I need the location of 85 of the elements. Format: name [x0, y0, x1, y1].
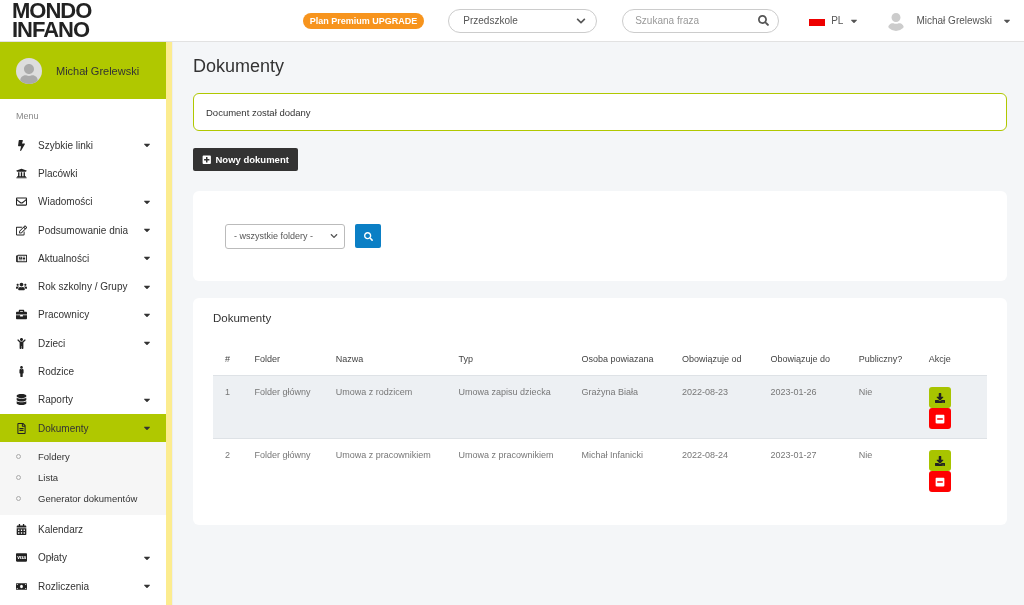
- logo: MONDO INFANO: [12, 0, 93, 39]
- column-header: Osoba powiazana: [569, 346, 671, 376]
- envelope-icon: [16, 196, 27, 208]
- user-name: Michał Grelewski: [56, 64, 140, 77]
- success-alert: Document został dodany: [193, 93, 1007, 131]
- chevron-icon: [330, 232, 338, 240]
- person-icon: [16, 366, 27, 377]
- new-document-button[interactable]: Nowy dokument: [193, 148, 298, 171]
- user-menu[interactable]: Michał Grelewski: [916, 15, 992, 26]
- avatar-icon: [16, 57, 42, 84]
- scrollbar[interactable]: [166, 42, 172, 605]
- sidebar-item[interactable]: Kalendarz: [0, 515, 167, 544]
- download-button[interactable]: [928, 387, 951, 408]
- sidebar-item[interactable]: Wiadomości: [0, 187, 167, 216]
- facility-select[interactable]: Przedszkole: [448, 8, 598, 33]
- table-cell: Umowa z pracownikiem: [446, 438, 570, 501]
- table-cell: Folder główny: [242, 438, 324, 501]
- menu-label: Menu: [15, 110, 40, 123]
- column-header: Obowiązuje od: [670, 346, 759, 376]
- search-button[interactable]: [355, 224, 381, 248]
- card-title: Dokumenty: [213, 312, 273, 324]
- table-cell: Michał Infanicki: [569, 438, 671, 501]
- database-icon: [16, 394, 27, 406]
- table-cell: Folder główny: [242, 375, 324, 439]
- bank-icon: [16, 167, 27, 179]
- delete-button[interactable]: [928, 471, 951, 492]
- submenu-item[interactable]: Foldery: [38, 451, 70, 463]
- table-cell: 2022-08-24: [670, 438, 759, 501]
- sidebar-item[interactable]: Rozliczenia: [0, 571, 167, 601]
- folder-select[interactable]: - wszystkie foldery -: [225, 223, 345, 249]
- sidebar-item[interactable]: Aktualności: [0, 244, 167, 273]
- download-icon: [934, 455, 945, 466]
- search-field[interactable]: Szukana fraza: [622, 8, 780, 33]
- column-header: Typ: [446, 346, 570, 376]
- users-icon: [16, 281, 27, 293]
- sidebar-item[interactable]: Dzieci: [0, 329, 167, 358]
- minus-icon: [934, 413, 945, 424]
- search-icon: [758, 14, 770, 26]
- language-selector[interactable]: PL: [831, 15, 844, 26]
- table-cell: 2023-01-26: [758, 375, 847, 439]
- child-icon: [16, 337, 27, 349]
- column-header: Folder: [242, 346, 324, 376]
- table-cell: 2022-08-23: [670, 375, 759, 439]
- table-row[interactable]: 1 Folder główny Umowa z rodzicem Umowa zapisu dziecka Grażyna Biała 2022-08-23 2023-01-26 Nie: [213, 375, 987, 439]
- table-cell: Nie: [846, 375, 917, 439]
- sidebar-item[interactable]: Podsumowanie dnia: [0, 215, 167, 245]
- card-icon: [16, 552, 27, 564]
- calendar-icon: [16, 523, 27, 535]
- column-header: Nazwa: [323, 346, 447, 376]
- table-cell: Umowa z rodzicem: [323, 375, 447, 439]
- sidebar-item[interactable]: Pracownicy: [0, 300, 167, 330]
- sidebar-item[interactable]: Raporty: [0, 385, 167, 414]
- download-button[interactable]: [928, 450, 951, 471]
- sidebar-item[interactable]: Dokumenty: [0, 413, 167, 443]
- sidebar-item[interactable]: Rodzice: [0, 357, 167, 386]
- sidebar-item[interactable]: Szybkie linki: [0, 131, 167, 160]
- bolt-icon: [16, 139, 27, 151]
- plus-icon: [202, 154, 212, 165]
- column-header: #: [213, 346, 243, 376]
- column-header: Publiczny?: [846, 346, 917, 376]
- submenu-item[interactable]: Generator dokumentów: [38, 493, 138, 505]
- page-title: Dokumenty: [193, 56, 286, 77]
- minus-icon: [934, 476, 945, 487]
- table-cell: 1: [213, 375, 243, 439]
- table-cell: Umowa zapisu dziecka: [446, 375, 570, 439]
- table-cell: 2023-01-27: [758, 438, 847, 501]
- sidebar-item[interactable]: Opłaty: [0, 543, 167, 572]
- chevron-icon: [576, 15, 587, 26]
- submenu-item[interactable]: Lista: [38, 472, 59, 484]
- briefcase-icon: [16, 309, 27, 321]
- sidebar-item[interactable]: Rok szkolny / Grupy: [0, 272, 167, 301]
- newspaper-icon: [16, 252, 27, 264]
- table-cell: Grażyna Biała: [569, 375, 671, 439]
- download-icon: [934, 392, 945, 403]
- column-header: Obowiązuje do: [758, 346, 847, 376]
- delete-button[interactable]: [928, 408, 951, 429]
- table-cell: Nie: [846, 438, 917, 501]
- search-icon: [363, 231, 373, 241]
- column-header: Akcje: [916, 346, 987, 376]
- table-cell: Umowa z pracownikiem: [323, 438, 447, 501]
- document-icon: [16, 422, 27, 434]
- money-icon: [16, 580, 27, 592]
- sidebar-item[interactable]: Placówki: [0, 159, 167, 188]
- edit-icon: [16, 224, 27, 236]
- table-cell: 2: [213, 438, 243, 501]
